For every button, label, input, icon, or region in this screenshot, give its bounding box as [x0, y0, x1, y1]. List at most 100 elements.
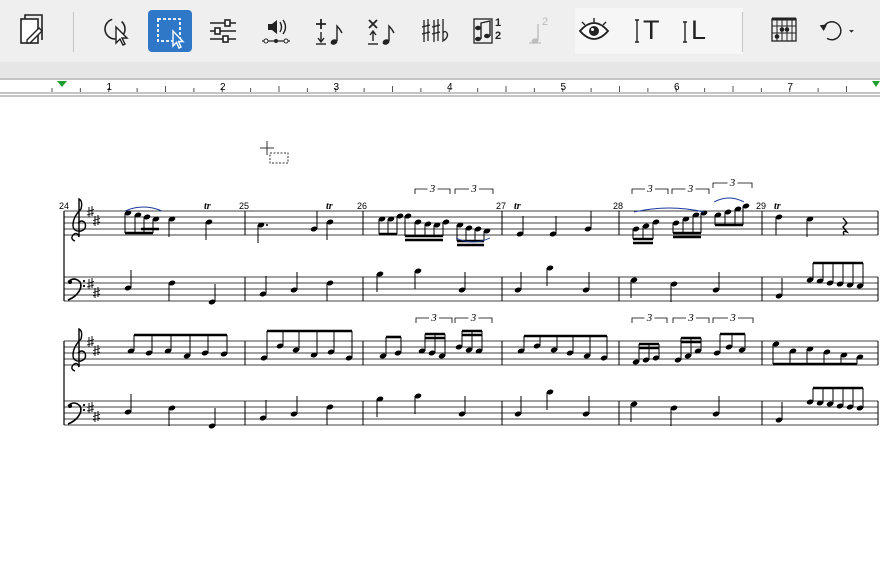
note[interactable] [310, 331, 318, 358]
note[interactable] [642, 223, 650, 239]
note[interactable] [550, 336, 558, 353]
note[interactable] [836, 388, 844, 409]
voice-tool-button[interactable]: 1 2 [464, 10, 508, 52]
note[interactable] [442, 219, 450, 236]
note[interactable] [734, 206, 742, 225]
playback-tool-button[interactable] [254, 10, 298, 52]
text-tool-button[interactable]: T [624, 10, 668, 52]
note[interactable] [326, 280, 334, 301]
note[interactable] [379, 337, 387, 359]
note[interactable] [670, 281, 678, 302]
note[interactable] [414, 268, 422, 289]
note[interactable] [414, 219, 422, 236]
horizontal-ruler[interactable]: 1 2 3 4 5 6 7 [0, 78, 880, 98]
note[interactable] [404, 213, 412, 236]
note[interactable] [600, 336, 608, 361]
note[interactable] [465, 225, 473, 241]
note[interactable] [201, 335, 209, 356]
note[interactable] [414, 393, 422, 414]
note[interactable] [276, 331, 284, 349]
note[interactable] [168, 405, 176, 426]
note[interactable] [846, 263, 854, 288]
chord-diagram-tool-button[interactable] [762, 10, 806, 52]
note[interactable] [836, 263, 844, 287]
note[interactable] [124, 394, 132, 415]
note[interactable] [474, 226, 482, 241]
note[interactable] [670, 405, 678, 426]
note[interactable] [260, 331, 268, 361]
delete-note-tool-button[interactable] [358, 10, 402, 52]
note[interactable] [376, 396, 384, 417]
note[interactable] [584, 211, 592, 232]
note[interactable] [694, 338, 702, 354]
note[interactable] [826, 388, 834, 407]
note[interactable] [713, 334, 721, 356]
note[interactable] [387, 216, 395, 234]
note[interactable] [134, 212, 142, 233]
note[interactable] [789, 348, 797, 364]
score-canvas[interactable]: 24 25 26 27 28 29 tr tr 3 3 tr 3 3 3 tr 3 3 3 3 3 [0, 98, 880, 570]
note[interactable] [823, 349, 831, 364]
lyrics-tool-button[interactable]: L [676, 10, 720, 52]
voice-2-tool-button[interactable]: 2 [518, 10, 562, 52]
note[interactable] [840, 352, 848, 364]
note[interactable] [145, 335, 153, 356]
note[interactable] [846, 388, 854, 410]
note[interactable] [127, 335, 135, 354]
note[interactable] [772, 341, 780, 364]
note[interactable] [124, 210, 132, 233]
undo-tool-button[interactable] [814, 10, 868, 52]
right-margin-marker[interactable] [872, 81, 880, 87]
note[interactable] [816, 388, 824, 406]
note[interactable] [124, 270, 132, 291]
note[interactable] [806, 263, 814, 283]
note[interactable] [378, 216, 386, 234]
note[interactable] [682, 216, 690, 233]
note[interactable] [806, 388, 814, 405]
note[interactable] [806, 346, 814, 364]
note[interactable] [259, 400, 267, 421]
note[interactable] [327, 331, 335, 355]
note[interactable] [725, 334, 733, 350]
note[interactable] [583, 336, 591, 359]
note[interactable] [672, 220, 680, 233]
note[interactable] [775, 214, 783, 235]
note[interactable] [164, 335, 172, 354]
note[interactable] [220, 335, 228, 357]
note[interactable] [674, 338, 682, 363]
note[interactable] [516, 216, 524, 237]
note[interactable] [549, 216, 557, 237]
note[interactable] [566, 336, 574, 356]
note[interactable] [700, 210, 708, 233]
note[interactable] [533, 336, 541, 349]
note[interactable] [168, 216, 176, 237]
note[interactable] [418, 334, 426, 354]
note[interactable] [345, 331, 353, 361]
document-tool-button[interactable] [9, 10, 53, 52]
note[interactable] [816, 263, 824, 284]
selection-tool-button[interactable] [96, 10, 140, 52]
note[interactable] [738, 334, 746, 353]
mixer-tool-button[interactable] [201, 10, 245, 52]
note[interactable] [259, 276, 267, 297]
note[interactable] [742, 203, 750, 225]
add-note-tool-button[interactable] [306, 10, 350, 52]
note[interactable] [152, 216, 160, 233]
note[interactable] [310, 211, 318, 232]
left-margin-marker[interactable] [57, 81, 67, 87]
accidentals-tool-button[interactable] [412, 10, 456, 52]
note[interactable] [292, 331, 300, 353]
note[interactable] [326, 404, 334, 425]
note[interactable] [168, 280, 176, 301]
note[interactable] [632, 226, 640, 239]
view-tool-button[interactable] [572, 10, 616, 52]
score-page-icon [20, 14, 43, 44]
note[interactable] [826, 263, 834, 286]
note[interactable] [806, 216, 814, 237]
marquee-selection-tool-button[interactable] [148, 10, 192, 52]
note[interactable] [856, 263, 864, 289]
note[interactable] [692, 212, 700, 233]
note[interactable] [856, 388, 864, 411]
note[interactable] [257, 222, 265, 243]
note[interactable] [517, 336, 525, 354]
